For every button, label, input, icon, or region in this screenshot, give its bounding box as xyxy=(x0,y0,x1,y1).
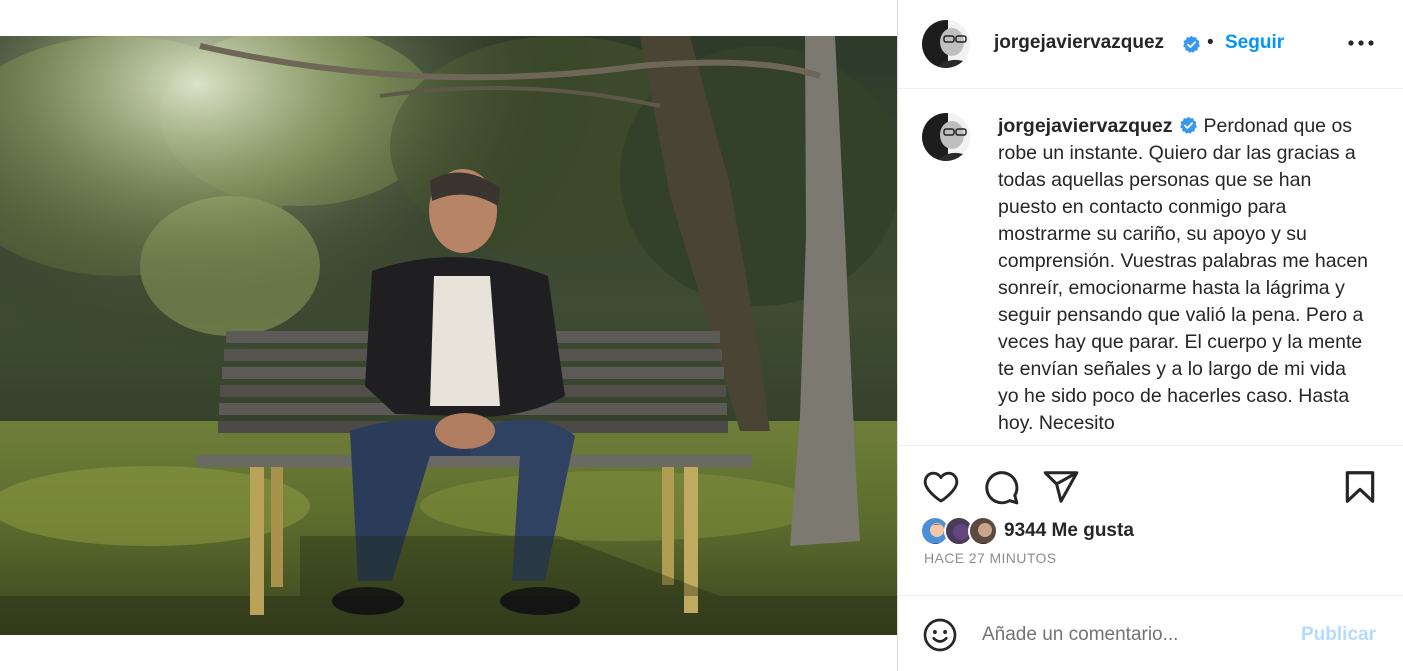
verified-badge-icon xyxy=(1183,35,1200,53)
caption-text: Perdonad que os robe un instante. Quiero… xyxy=(998,115,1368,434)
paper-plane-icon[interactable] xyxy=(1042,468,1080,506)
caption-verified-badge-icon xyxy=(1179,116,1197,134)
caption-scroll-area[interactable]: jorgejaviervazquez Perdonad que os robe … xyxy=(898,89,1403,445)
author-username[interactable]: jorgejaviervazquez xyxy=(994,32,1164,54)
comment-input[interactable] xyxy=(982,620,1272,650)
post-caption: jorgejaviervazquez Perdonad que os robe … xyxy=(998,113,1368,437)
bookmark-icon[interactable] xyxy=(1341,468,1379,506)
separator-dot: • xyxy=(1207,32,1214,53)
caption-author-avatar[interactable] xyxy=(922,113,970,161)
caption-username[interactable]: jorgejaviervazquez xyxy=(998,115,1173,137)
post-actions: 9344 Me gusta HACE 27 MINUTOS xyxy=(898,445,1403,595)
post-photo[interactable] xyxy=(0,36,897,635)
comment-bubble-icon[interactable] xyxy=(982,468,1020,506)
follow-button[interactable]: Seguir xyxy=(1225,32,1284,54)
post-timestamp[interactable]: HACE 27 MINUTOS xyxy=(924,550,1057,566)
author-avatar[interactable] xyxy=(922,20,970,68)
heart-icon[interactable] xyxy=(922,468,960,506)
media-column xyxy=(0,0,897,671)
publish-button[interactable]: Publicar xyxy=(1301,624,1376,646)
emoji-icon[interactable] xyxy=(922,617,958,653)
post-side-panel: jorgejaviervazquez • Seguir jorgejavierv… xyxy=(897,0,1403,671)
photo-illustration xyxy=(0,36,897,635)
instagram-post-window: jorgejaviervazquez • Seguir jorgejavierv… xyxy=(0,0,1403,671)
more-options-icon[interactable] xyxy=(1346,31,1376,55)
post-header: jorgejaviervazquez • Seguir xyxy=(898,0,1403,89)
liker-avatar xyxy=(968,516,998,546)
comment-bar: Publicar xyxy=(898,595,1403,671)
likes-count[interactable]: 9344 Me gusta xyxy=(1004,520,1134,542)
